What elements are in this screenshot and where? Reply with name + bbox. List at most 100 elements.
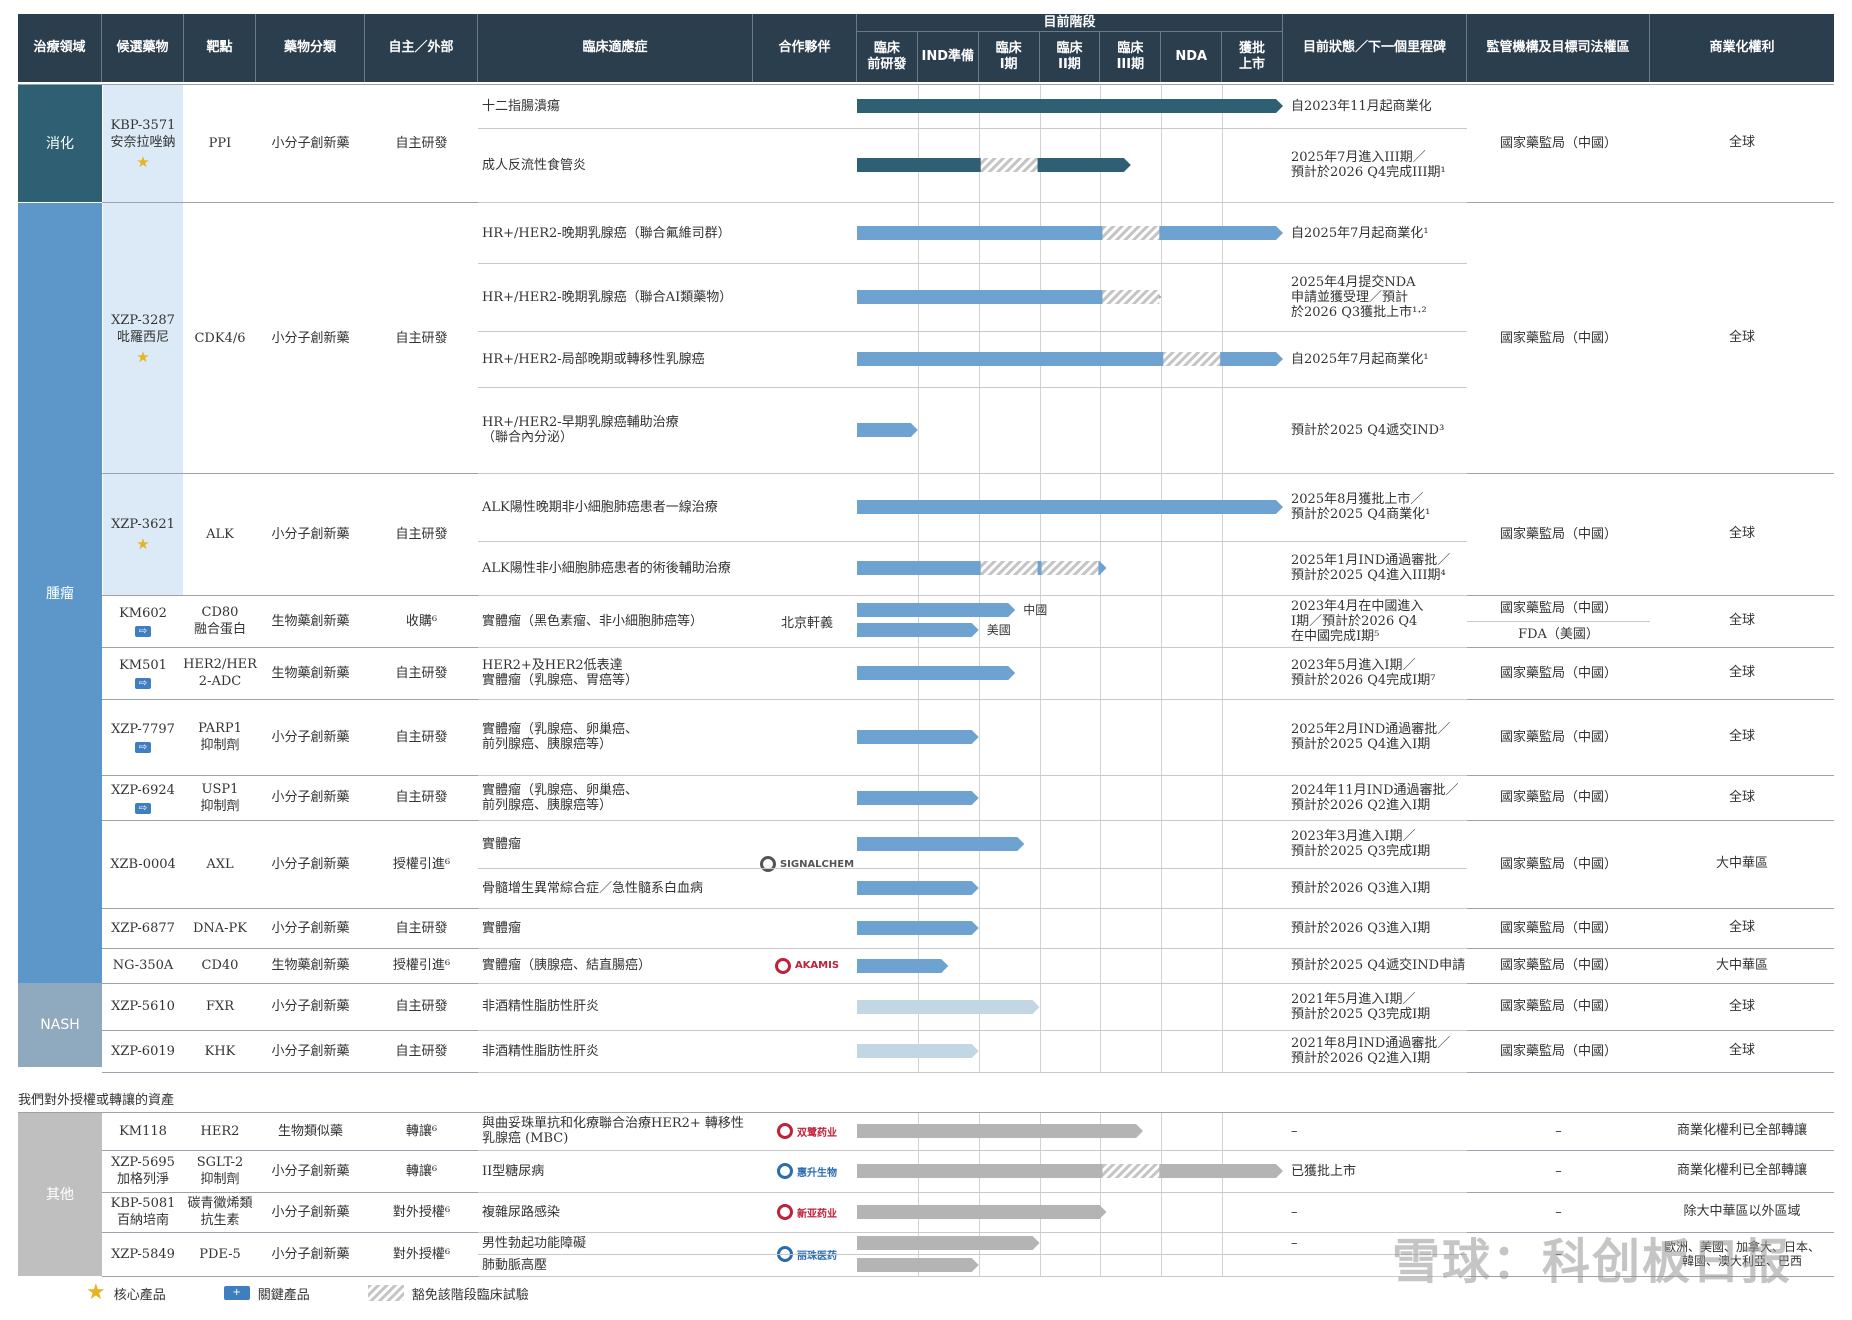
drug-origin-text: 自主研發	[395, 790, 448, 805]
partner-logo: AKAMIS	[757, 948, 857, 983]
drug-drug-class: 小分子創新藥	[256, 775, 365, 820]
drug-origin: 自主研發	[365, 203, 478, 473]
drug-target: FXR	[184, 983, 256, 1030]
drug-drug-name: NG-350A	[102, 948, 184, 983]
regulator: 國家藥監局（中國）	[1499, 958, 1617, 973]
drug-drug-class: 小分子創新藥	[256, 699, 365, 775]
drug-origin-text: 自主研發	[395, 330, 448, 346]
rights: 全球	[1728, 920, 1755, 935]
drug-drug-name: XZB-0004	[102, 820, 184, 908]
rights: 大中華區	[1715, 856, 1768, 871]
regulator: 國家藥監局（中國）	[1499, 920, 1617, 936]
partner-name: 双鹭药业	[797, 1127, 837, 1139]
progress-bar-fill	[857, 1236, 1040, 1250]
status-text: 自2025年7月起商業化¹	[1291, 225, 1429, 241]
regulator: 國家藥監局（中國）	[1499, 665, 1617, 681]
drug-target-text: PPI	[208, 135, 232, 151]
status-text: 2024年11月IND通過審批／ 預計於2026 Q2進入I期	[1291, 782, 1459, 813]
indication-text: 實體瘤（乳腺癌、卵巢癌、 前列腺癌、胰腺癌等）	[482, 722, 639, 752]
drug-drug-class: 小分子創新藥	[256, 1150, 365, 1192]
drug-drug-name-text: XZP-6877	[111, 920, 175, 936]
progress-bar	[857, 791, 979, 805]
drug-drug-class-text: 生物藥創新藥	[271, 613, 350, 629]
exempt-stage-hatch	[1102, 1164, 1160, 1178]
drug-drug-class: 小分子創新藥	[256, 1030, 365, 1072]
key-product-icon: ⇨	[135, 678, 151, 689]
progress-bar	[857, 99, 1283, 113]
progress-bar-fill	[857, 623, 979, 637]
drug-origin-text: 自主研發	[395, 729, 448, 745]
drug-drug-class-text: 生物藥創新藥	[271, 958, 350, 973]
drug-target-text: USP1 抑制劑	[200, 781, 240, 814]
stage-header: 臨床 I期	[978, 32, 1040, 82]
stage-header: IND準備	[917, 32, 979, 82]
header-rights: 商業化權利	[1650, 14, 1834, 82]
exempt-stage-hatch	[980, 158, 1038, 172]
status-text: 預計於2025 Q4遞交IND³	[1291, 422, 1445, 438]
drug-drug-name-text: XZP-7797	[111, 722, 175, 737]
drug-drug-name: KM118	[102, 1112, 184, 1150]
drug-drug-class: 小分子創新藥	[256, 983, 365, 1030]
indication-text: HR+/HER2-晚期乳腺癌（聯合氟維司群）	[482, 225, 731, 241]
indication-text: 複雜尿路感染	[482, 1204, 561, 1220]
progress-bar	[857, 921, 979, 935]
drug-drug-name: XZP-5849	[102, 1232, 184, 1276]
drug-drug-name: XZP-7797 ⇨	[102, 699, 184, 775]
drug-drug-name-text: KM118	[119, 1123, 167, 1139]
drug-drug-class-text: 生物類似藥	[277, 1123, 343, 1139]
drug-target: HER2/HER 2-ADC	[183, 647, 257, 699]
drug-target-text: HER2	[200, 1123, 240, 1139]
regulator: 國家藥監局（中國）	[1499, 330, 1617, 346]
rights: 全球	[1728, 1043, 1755, 1058]
drug-drug-name-text: KBP-5081 百納培南	[110, 1196, 176, 1228]
rights: 全球	[1728, 729, 1755, 744]
drug-drug-class-text: 小分子創新藥	[271, 856, 350, 872]
status-text: –	[1291, 1123, 1298, 1139]
drug-drug-class: 小分子創新藥	[256, 473, 365, 595]
progress-bar-fill	[857, 959, 949, 973]
drug-origin-text: 自主研發	[395, 999, 448, 1014]
rights: 全球	[1728, 135, 1755, 150]
drug-target: CD40	[184, 948, 256, 983]
progress-bar-fill	[857, 791, 979, 805]
drug-target-text: CD40	[201, 958, 239, 973]
progress-bar	[857, 158, 1131, 172]
progress-bar	[857, 730, 979, 744]
regulator: 國家藥監局（中國）	[1499, 999, 1617, 1014]
drug-drug-name: XZP-5695 加格列淨	[102, 1150, 184, 1192]
header-status: 目前狀態／下一個里程碑	[1283, 14, 1467, 82]
progress-bar-fill	[857, 226, 1283, 240]
progress-bar	[857, 561, 1107, 575]
header-partner: 合作夥伴	[753, 14, 857, 82]
drug-origin-text: 收購⁶	[405, 613, 438, 629]
status-text: 預計於2025 Q4遞交IND申請	[1291, 958, 1466, 973]
key-product-icon: ⇨	[135, 626, 151, 637]
progress-bar-fill	[857, 666, 1016, 680]
legend-key-label: 關鍵產品	[257, 1287, 310, 1303]
indication-text: 十二指腸潰瘍	[482, 98, 561, 114]
drug-origin: 自主研發	[365, 775, 478, 820]
rights: 全球	[1728, 526, 1755, 541]
drug-drug-class-text: 小分子創新藥	[271, 999, 350, 1014]
drug-origin-text: 對外授權⁶	[392, 1246, 451, 1262]
drug-origin: 授權引進⁶	[365, 820, 478, 908]
partner-logo-icon	[759, 856, 776, 872]
drug-drug-class: 小分子創新藥	[256, 1232, 365, 1276]
divider	[1467, 621, 1650, 622]
header-indication: 臨床適應症	[478, 14, 753, 82]
area-label-其他: 其他	[18, 1112, 102, 1276]
partner-name: AKAMIS	[794, 960, 840, 971]
drug-target: USP1 抑制劑	[184, 775, 256, 820]
stage-header: 臨床 III期	[1100, 32, 1162, 82]
stage-gridline	[1161, 1112, 1163, 1276]
drug-target-text: KHK	[204, 1043, 236, 1059]
stage-header: 臨床 II期	[1039, 32, 1101, 82]
header-regulator: 監管機構及目標司法權區	[1467, 14, 1650, 82]
drug-drug-name: KBP-5081 百納培南	[102, 1192, 184, 1232]
indication-text: HER2+及HER2低表達 實體瘤（乳腺癌、胃癌等）	[482, 658, 639, 688]
header-stage-group: 目前階段	[857, 14, 1283, 32]
drug-target-text: PDE-5	[199, 1246, 241, 1262]
header-candidate: 候選藥物	[102, 14, 184, 82]
regulator: 國家藥監局（中國）	[1499, 1043, 1617, 1059]
row-divider	[478, 1072, 1467, 1073]
